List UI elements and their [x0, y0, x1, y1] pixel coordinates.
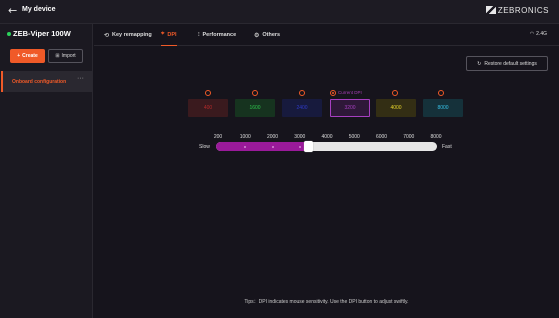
dpi-slider[interactable] — [216, 141, 437, 152]
sliders-icon: ⫶ — [198, 31, 200, 38]
slider-tick-label: 6000 — [375, 134, 388, 140]
slow-label: Slow — [199, 144, 210, 150]
dpi-radio-6[interactable] — [438, 90, 444, 96]
wifi-icon: ◠ — [529, 31, 535, 37]
slider-tick-label: 4000 — [321, 134, 333, 140]
dpi-level-3[interactable]: 2400 — [282, 99, 322, 117]
dpi-radio-4[interactable] — [330, 90, 336, 96]
tab-performance[interactable]: ⫶ Performance — [198, 24, 236, 46]
more-icon[interactable]: ··· — [77, 75, 84, 82]
dpi-level-6[interactable]: 8000 — [423, 99, 463, 117]
slider-fill — [216, 142, 306, 151]
arrow-left-icon[interactable]: ← — [8, 4, 17, 17]
slider-step-mark — [271, 145, 274, 148]
tab-label: Key remapping — [112, 32, 152, 38]
import-icon: ⊞ — [55, 53, 60, 59]
tab-dpi[interactable]: ⌖ DPI — [161, 24, 177, 46]
sidebar: ZEB-Viper 100W + Create ⊞ Import Onboard… — [0, 24, 93, 318]
crosshair-icon: ⌖ — [161, 31, 165, 37]
brand-name: ZEBRONICS — [497, 6, 549, 15]
dpi-radio-5[interactable] — [392, 90, 398, 96]
tips-text: Tips：DPI indicates mouse sensitivity. Us… — [244, 299, 409, 305]
slider-step-mark — [244, 145, 247, 148]
tab-key-remapping[interactable]: ⟲ Key remapping — [104, 24, 152, 46]
brand-logo: ZEBRONICS — [485, 6, 549, 15]
brand-mark-icon — [485, 6, 496, 14]
config-label: Onboard configuration — [12, 79, 67, 85]
restore-default-button[interactable]: ↻ Restore default settings — [466, 56, 548, 71]
dpi-level-4[interactable]: 3200 — [330, 99, 370, 117]
slider-tick-label: 1000 — [239, 134, 251, 140]
slider-tick-label: 5000 — [348, 134, 360, 140]
slider-tick-label: 3000 — [294, 134, 306, 140]
fast-label: Fast — [442, 144, 452, 150]
dpi-level-2[interactable]: 1600 — [235, 99, 275, 117]
slider-tick-label: 8000 — [430, 134, 442, 140]
tab-label: Others — [262, 32, 281, 38]
slider-tick-label: 2000 — [266, 134, 279, 140]
import-button[interactable]: ⊞ Import — [48, 49, 83, 63]
plus-icon: + — [17, 53, 21, 59]
tab-bar: ⟲ Key remapping ⌖ DPI ⫶ Performance ⚙ Ot… — [94, 24, 559, 46]
device-name: ZEB-Viper 100W — [13, 29, 71, 38]
connection-label: 2.4G — [536, 31, 547, 37]
dpi-radio-3[interactable] — [299, 90, 305, 96]
tab-others[interactable]: ⚙ Others — [254, 24, 280, 46]
sidebar-item-onboard-configuration[interactable]: Onboard configuration ··· — [1, 71, 92, 92]
slider-tick-label: 7000 — [403, 134, 415, 140]
tab-label: DPI — [167, 31, 177, 38]
slider-tick-label: 200 — [213, 134, 223, 140]
status-dot-icon — [7, 32, 11, 36]
slider-step-mark — [298, 145, 301, 148]
dpi-level-5[interactable]: 4000 — [376, 99, 416, 117]
dpi-radio-1[interactable] — [205, 90, 211, 96]
create-label: Create — [22, 53, 38, 59]
refresh-icon: ↻ — [477, 60, 482, 67]
restore-label: Restore default settings — [484, 60, 537, 67]
dpi-radio-2[interactable] — [252, 90, 258, 96]
key-remap-icon: ⟲ — [104, 32, 110, 39]
create-button[interactable]: + Create — [10, 49, 45, 63]
tab-label: Performance — [202, 32, 237, 38]
import-label: Import — [61, 53, 76, 59]
slider-thumb[interactable] — [304, 141, 314, 152]
connection-status: ◠ 2.4G — [530, 31, 547, 37]
current-dpi-label: Current DPI — [338, 90, 362, 95]
dpi-level-1[interactable]: 400 — [188, 99, 228, 117]
gear-icon: ⚙ — [254, 32, 260, 39]
top-bar: ← My device ZEBRONICS — [0, 0, 559, 24]
page-title: My device — [22, 6, 56, 13]
